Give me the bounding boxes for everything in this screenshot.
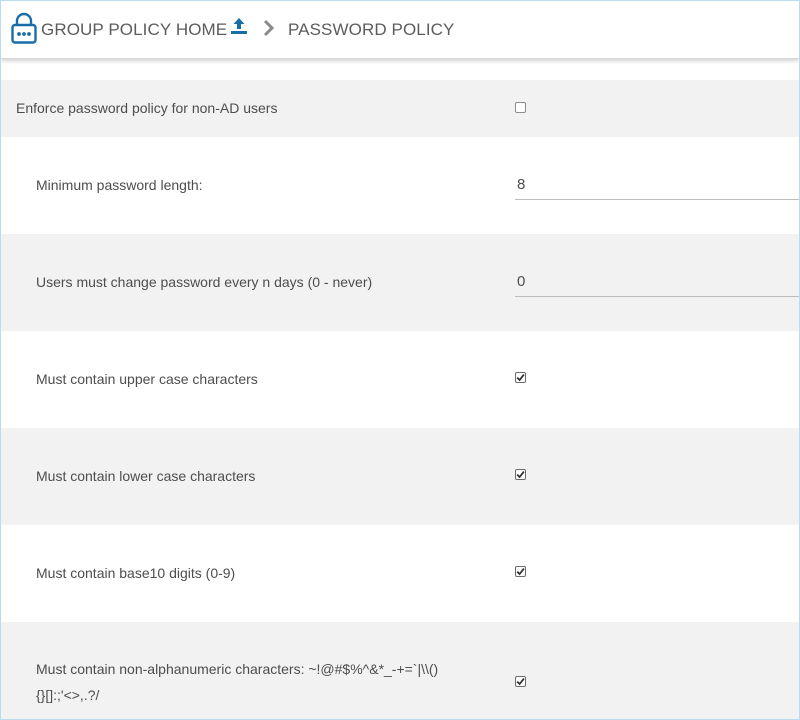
breadcrumb-home-link[interactable]: GROUP POLICY HOME bbox=[41, 1, 227, 58]
special-chars-row: Must contain non-alphanumeric characters… bbox=[1, 622, 799, 719]
digits-label: Must contain base10 digits (0-9) bbox=[36, 565, 236, 581]
upper-case-row: Must contain upper case characters bbox=[1, 331, 799, 428]
enforce-policy-row: Enforce password policy for non-AD users bbox=[1, 80, 799, 137]
special-chars-label-line2: {}[]:;'<>,.?/ bbox=[36, 687, 100, 703]
change-days-input[interactable] bbox=[515, 267, 799, 297]
upload-icon[interactable] bbox=[230, 17, 248, 35]
enforce-policy-checkbox[interactable] bbox=[515, 102, 526, 113]
chevron-right-icon bbox=[263, 19, 275, 37]
upper-case-label: Must contain upper case characters bbox=[36, 371, 258, 387]
breadcrumb-header: GROUP POLICY HOME PASSWORD POLICY bbox=[1, 1, 799, 59]
min-length-input[interactable] bbox=[515, 170, 799, 200]
lower-case-row: Must contain lower case characters bbox=[1, 428, 799, 525]
special-chars-label-line1: Must contain non-alphanumeric characters… bbox=[36, 661, 439, 677]
lower-case-checkbox[interactable] bbox=[515, 469, 526, 480]
min-length-label: Minimum password length: bbox=[36, 177, 203, 193]
change-days-row: Users must change password every n days … bbox=[1, 234, 799, 331]
digits-row: Must contain base10 digits (0-9) bbox=[1, 525, 799, 622]
breadcrumb-current: PASSWORD POLICY bbox=[288, 19, 455, 39]
upper-case-checkbox[interactable] bbox=[515, 372, 526, 383]
checkmark-icon bbox=[516, 568, 525, 576]
change-days-label: Users must change password every n days … bbox=[36, 274, 373, 290]
window: GROUP POLICY HOME PASSWORD POLICY Enforc… bbox=[0, 0, 800, 720]
enforce-policy-label: Enforce password policy for non-AD users bbox=[16, 100, 278, 116]
checkmark-icon bbox=[516, 678, 525, 686]
checkmark-icon bbox=[516, 471, 525, 479]
lock-icon bbox=[11, 12, 37, 44]
special-chars-checkbox[interactable] bbox=[515, 676, 526, 687]
min-length-row: Minimum password length: bbox=[1, 137, 799, 234]
checkmark-icon bbox=[516, 374, 525, 382]
digits-checkbox[interactable] bbox=[515, 566, 526, 577]
lower-case-label: Must contain lower case characters bbox=[36, 468, 256, 484]
